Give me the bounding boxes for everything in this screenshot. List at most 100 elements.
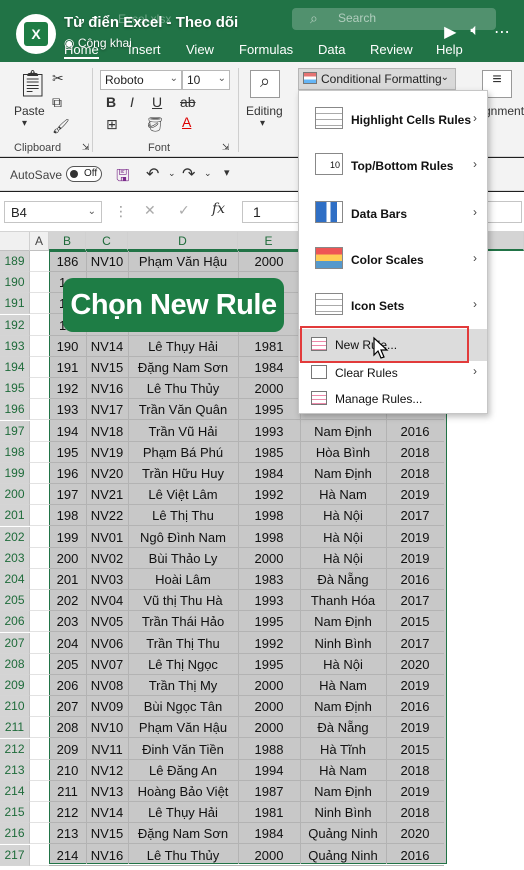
cell-e[interactable]: 2000 xyxy=(238,378,300,400)
cell-a[interactable] xyxy=(30,632,49,654)
cell-e[interactable]: 1993 xyxy=(238,590,300,612)
cell-d[interactable]: Đặng Nam Sơn xyxy=(128,357,238,378)
cell-g[interactable]: 2017 xyxy=(386,633,444,654)
insert-function-icon[interactable]: fx xyxy=(212,201,225,217)
cell-a[interactable] xyxy=(30,505,49,527)
row-header[interactable]: 207 xyxy=(0,632,30,654)
undo-icon[interactable]: ↶ xyxy=(146,164,159,184)
cell-d[interactable]: Lê Thu Thủy xyxy=(128,845,238,866)
dialog-launcher-icon[interactable]: ⇲ xyxy=(222,142,230,153)
cell-g[interactable]: 2017 xyxy=(386,590,444,612)
save-icon[interactable]: 🖫 xyxy=(116,165,130,192)
cell-f[interactable]: Nam Định xyxy=(300,611,386,633)
cell-f[interactable]: Hà Nam xyxy=(300,760,386,781)
cell-e[interactable]: 1984 xyxy=(238,463,300,484)
cell-g[interactable]: 2019 xyxy=(386,484,444,506)
cell-f[interactable]: Hà Nội xyxy=(300,548,386,569)
cell-b[interactable]: 200 xyxy=(49,548,86,569)
row-header[interactable]: 205 xyxy=(0,590,30,612)
strikethrough-icon[interactable]: ab xyxy=(180,94,196,110)
cell-g[interactable]: 2016 xyxy=(386,421,444,442)
cell-g[interactable]: 2019 xyxy=(386,717,444,739)
volume-icon[interactable]: 🔈︎ xyxy=(470,22,480,42)
cell-a[interactable] xyxy=(30,293,49,315)
font-name-combo[interactable]: Roboto ⌄ xyxy=(100,70,182,90)
cell-d[interactable]: Trần Thái Hảo xyxy=(128,611,238,633)
cell-b[interactable]: 212 xyxy=(49,802,86,824)
cell-c[interactable]: NV21 xyxy=(86,484,128,506)
cell-c[interactable]: NV09 xyxy=(86,696,128,718)
cell-a[interactable] xyxy=(30,590,49,612)
channel-name[interactable]: Từ điển Excel - Theo dõi xyxy=(64,14,238,31)
cell-f[interactable]: Ninh Bình xyxy=(300,802,386,824)
cell-f[interactable]: Hà Nội xyxy=(300,654,386,675)
cell-d[interactable]: Trần Thị My xyxy=(128,675,238,696)
row-header[interactable]: 211 xyxy=(0,717,30,739)
cell-a[interactable] xyxy=(30,823,49,845)
cell-g[interactable]: 2020 xyxy=(386,823,444,845)
cell-f[interactable]: Nam Định xyxy=(300,463,386,484)
tab-view[interactable]: View xyxy=(186,42,214,57)
row-header[interactable]: 200 xyxy=(0,484,30,506)
cell-e[interactable]: 2000 xyxy=(238,717,300,739)
column-header-a[interactable]: A xyxy=(30,232,49,251)
cell-d[interactable]: Đặng Nam Sơn xyxy=(128,823,238,845)
cell-d[interactable]: Hoài Lâm xyxy=(128,569,238,590)
row-header[interactable]: 197 xyxy=(0,420,30,442)
cell-b[interactable]: 193 xyxy=(49,399,86,421)
cell-e[interactable]: 1987 xyxy=(238,781,300,802)
cell-g[interactable]: 2015 xyxy=(386,739,444,760)
cell-b[interactable]: 194 xyxy=(49,421,86,442)
cell-c[interactable]: NV04 xyxy=(86,590,128,612)
tab-data[interactable]: Data xyxy=(318,42,345,57)
cell-f[interactable]: Nam Định xyxy=(300,696,386,718)
cell-c[interactable]: NV07 xyxy=(86,654,128,675)
name-box[interactable]: B4 ⌄ xyxy=(4,201,102,223)
column-header-c[interactable]: C xyxy=(86,232,128,251)
tab-insert[interactable]: Insert xyxy=(128,42,161,57)
cell-d[interactable]: Lê Thu Thủy xyxy=(128,378,238,400)
cell-a[interactable] xyxy=(30,696,49,718)
cell-b[interactable]: 198 xyxy=(49,505,86,527)
cell-d[interactable]: Lê Thị Thu xyxy=(128,505,238,527)
column-header-e[interactable]: E xyxy=(238,232,300,251)
cell-f[interactable]: Ninh Bình xyxy=(300,633,386,654)
cell-e[interactable]: 1995 xyxy=(238,654,300,675)
customize-toolbar-icon[interactable]: ▾ xyxy=(224,166,230,179)
cell-f[interactable]: Hà Nam xyxy=(300,675,386,696)
cell-c[interactable]: NV16 xyxy=(86,845,128,866)
row-header[interactable]: 195 xyxy=(0,378,30,400)
cell-f[interactable]: Quảng Ninh xyxy=(300,845,386,866)
paste-button[interactable]: Paste xyxy=(14,104,45,118)
row-header[interactable]: 202 xyxy=(0,526,30,548)
alignment-label-partial[interactable]: gnment xyxy=(484,104,524,118)
row-header[interactable]: 199 xyxy=(0,463,30,484)
cell-d[interactable]: Lê Thụy Hải xyxy=(128,802,238,824)
row-header[interactable]: 191 xyxy=(0,293,30,315)
cell-f[interactable]: Nam Định xyxy=(300,781,386,802)
row-header[interactable]: 204 xyxy=(0,569,30,590)
cell-f[interactable]: Đà Nẵng xyxy=(300,717,386,739)
cell-b[interactable]: 211 xyxy=(49,781,86,802)
cell-g[interactable]: 2017 xyxy=(386,505,444,527)
cell-g[interactable]: 2020 xyxy=(386,654,444,675)
font-size-combo[interactable]: 10 ⌄ xyxy=(182,70,230,90)
cell-a[interactable] xyxy=(30,717,49,739)
cell-c[interactable]: NV03 xyxy=(86,569,128,590)
cell-e[interactable]: 1984 xyxy=(238,357,300,378)
menu-item-color-scales[interactable]: Color Scales › xyxy=(299,243,487,279)
bold-icon[interactable]: B xyxy=(106,94,116,110)
menu-item-top-bottom-rules[interactable]: 10 Top/Bottom Rules › xyxy=(299,149,487,185)
cell-c[interactable]: NV01 xyxy=(86,527,128,548)
cell-a[interactable] xyxy=(30,675,49,696)
cell-a[interactable] xyxy=(30,611,49,633)
cell-c[interactable]: NV14 xyxy=(86,802,128,824)
menu-item-manage-rules[interactable]: Manage Rules... xyxy=(299,387,487,411)
cell-a[interactable] xyxy=(30,738,49,760)
cell-a[interactable] xyxy=(30,526,49,548)
cell-e[interactable]: 1981 xyxy=(238,802,300,824)
cell-e[interactable]: 1998 xyxy=(238,505,300,527)
cell-b[interactable]: 207 xyxy=(49,696,86,718)
cell-a[interactable] xyxy=(30,420,49,442)
cell-c[interactable]: NV02 xyxy=(86,548,128,569)
